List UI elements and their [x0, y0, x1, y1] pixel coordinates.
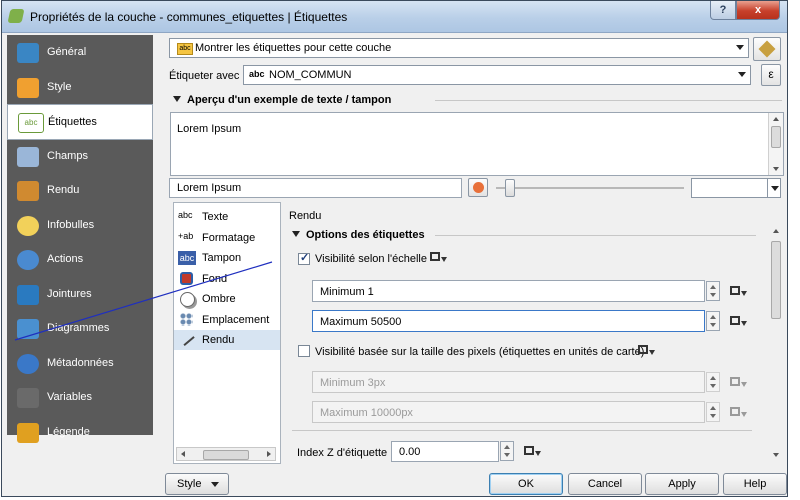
annotation-line: [14, 261, 273, 341]
annotation-line-segment: [14, 261, 273, 341]
